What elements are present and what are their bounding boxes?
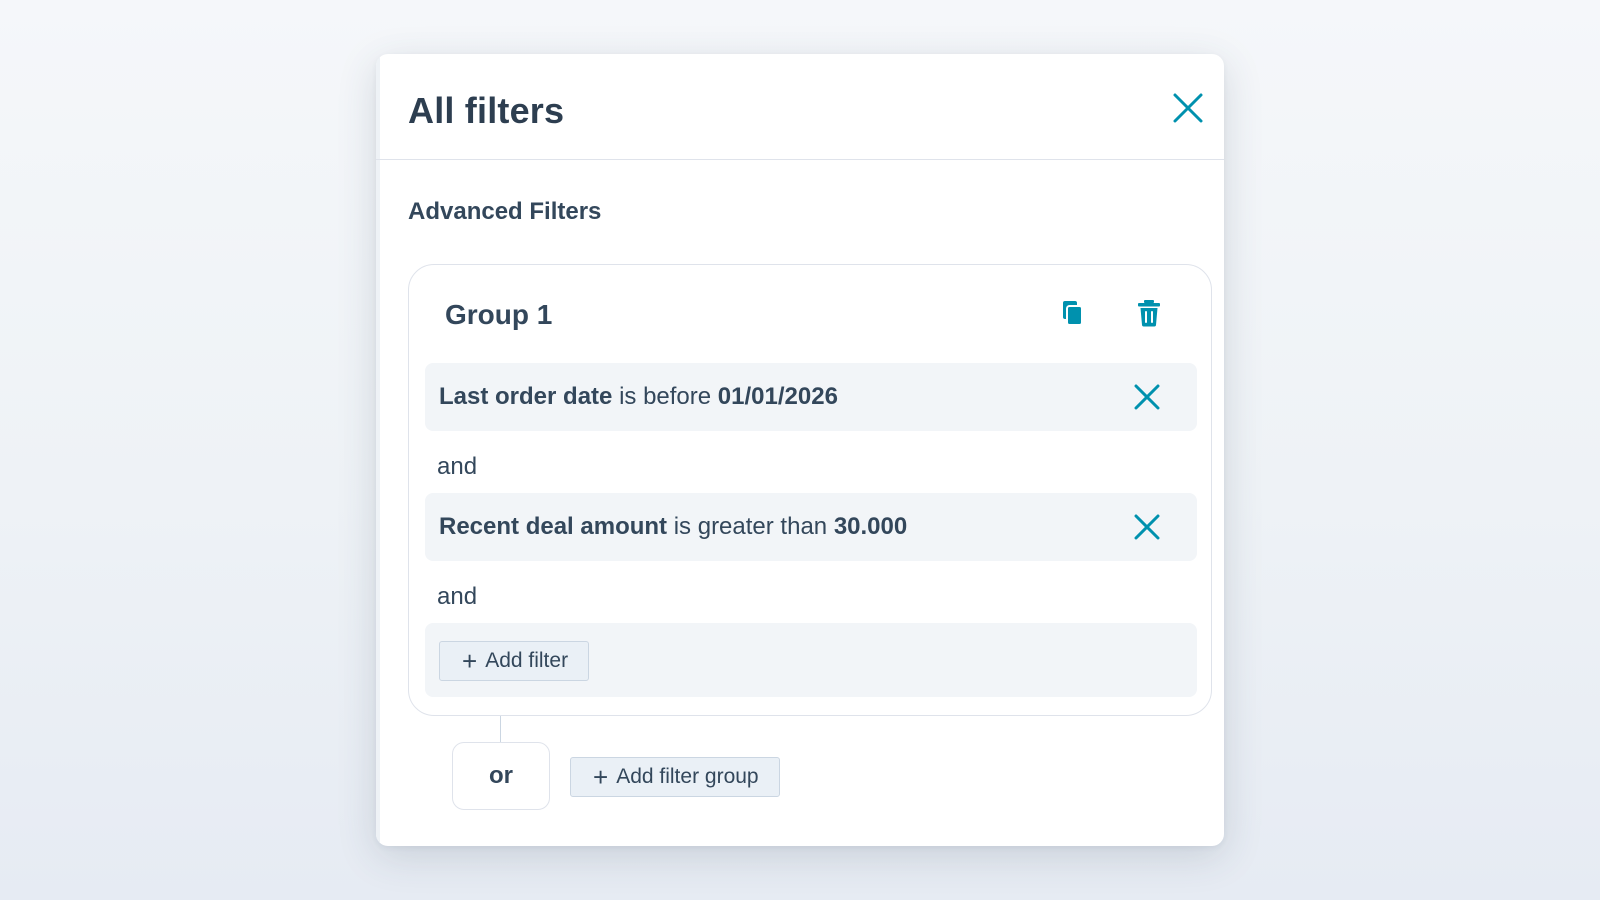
and-joiner: and <box>437 583 478 610</box>
group-title: Group 1 <box>445 299 553 330</box>
section-title: Advanced Filters <box>408 198 602 225</box>
add-filter-group-label: Add filter group <box>616 765 759 788</box>
add-filter-group-button[interactable]: + Add filter group <box>570 757 780 797</box>
filter-row[interactable]: Last order date is before 01/01/2026 <box>425 363 1197 431</box>
filter-condition: Last order date is before 01/01/2026 <box>439 383 838 411</box>
remove-filter-icon[interactable] <box>1131 381 1163 413</box>
filter-row[interactable]: Recent deal amount is greater than 30.00… <box>425 493 1197 561</box>
filter-operator: is before <box>619 383 712 410</box>
plus-icon: + <box>462 646 478 676</box>
filter-condition: Recent deal amount is greater than 30.00… <box>439 513 907 541</box>
filter-field: Last order date <box>439 383 613 410</box>
panel-header: All filters <box>376 54 1224 160</box>
filter-field: Recent deal amount <box>439 513 668 540</box>
plus-icon: + <box>593 762 609 792</box>
filter-value: 30.000 <box>833 513 908 540</box>
filter-operator: is greater than <box>673 513 828 540</box>
or-toggle[interactable]: or <box>452 742 550 810</box>
filter-group: Group 1 Last order date is before 01/01/… <box>408 264 1212 716</box>
and-joiner: and <box>437 453 478 480</box>
filters-panel: All filters Advanced Filters Group 1 Las… <box>376 54 1224 846</box>
close-icon[interactable] <box>1170 90 1206 126</box>
add-filter-zone: + Add filter <box>425 623 1197 697</box>
trash-icon[interactable] <box>1133 297 1165 329</box>
group-connector-line <box>500 716 501 742</box>
copy-icon[interactable] <box>1057 297 1089 329</box>
or-label: or <box>489 762 513 789</box>
panel-title: All filters <box>408 90 565 131</box>
add-filter-button[interactable]: + Add filter <box>439 641 590 681</box>
remove-filter-icon[interactable] <box>1131 511 1163 543</box>
filter-value: 01/01/2026 <box>717 383 838 410</box>
add-filter-label: Add filter <box>485 649 569 672</box>
